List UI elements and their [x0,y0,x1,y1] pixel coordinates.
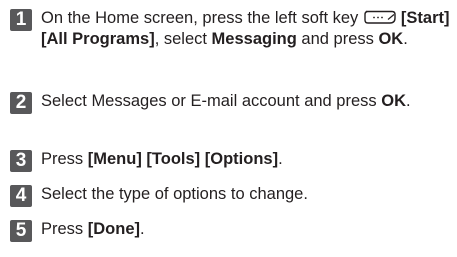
step-number-badge: 3 [10,150,32,172]
step-number-badge: 1 [10,9,32,31]
step-text-part: Select the type of options to change. [41,185,308,203]
step-text-part: . [140,220,145,238]
step-text-part: . [406,92,411,110]
step-number-badge: 2 [10,92,32,114]
step-number-badge: 4 [10,185,32,207]
step-text: Select the type of options to change. [41,184,456,205]
soft-key-icon [364,10,396,24]
step-keyword: OK [378,30,404,48]
step-text-part: and press [296,30,379,48]
step-keyword: Messaging [211,30,297,48]
step-text-part: On the Home screen, press the left soft … [41,9,363,27]
step-3: 3 Press [Menu] [Tools] [Options]. [10,149,456,172]
step-1: 1 On the Home screen, press the left sof… [10,8,456,50]
step-text: Press [Done]. [41,219,456,240]
step-text-part: Select Messages or E-mail account and pr… [41,92,382,110]
step-4: 4 Select the type of options to change. [10,184,456,207]
step-text-part: . [403,30,408,48]
step-text: Select Messages or E-mail account and pr… [41,91,456,112]
step-text: On the Home screen, press the left soft … [41,8,456,50]
step-number-badge: 5 [10,220,32,242]
step-text-part: Press [41,150,88,168]
step-2: 2 Select Messages or E-mail account and … [10,91,456,114]
step-text-part: . [278,150,283,168]
step-keyword: [Menu] [Tools] [Options] [87,150,279,168]
step-5: 5 Press [Done]. [10,219,456,242]
step-text-part: , select [154,30,212,48]
step-text: Press [Menu] [Tools] [Options]. [41,149,456,170]
step-keyword: [Done] [87,220,141,238]
step-text-part: Press [41,220,88,238]
step-keyword: OK [381,92,406,110]
